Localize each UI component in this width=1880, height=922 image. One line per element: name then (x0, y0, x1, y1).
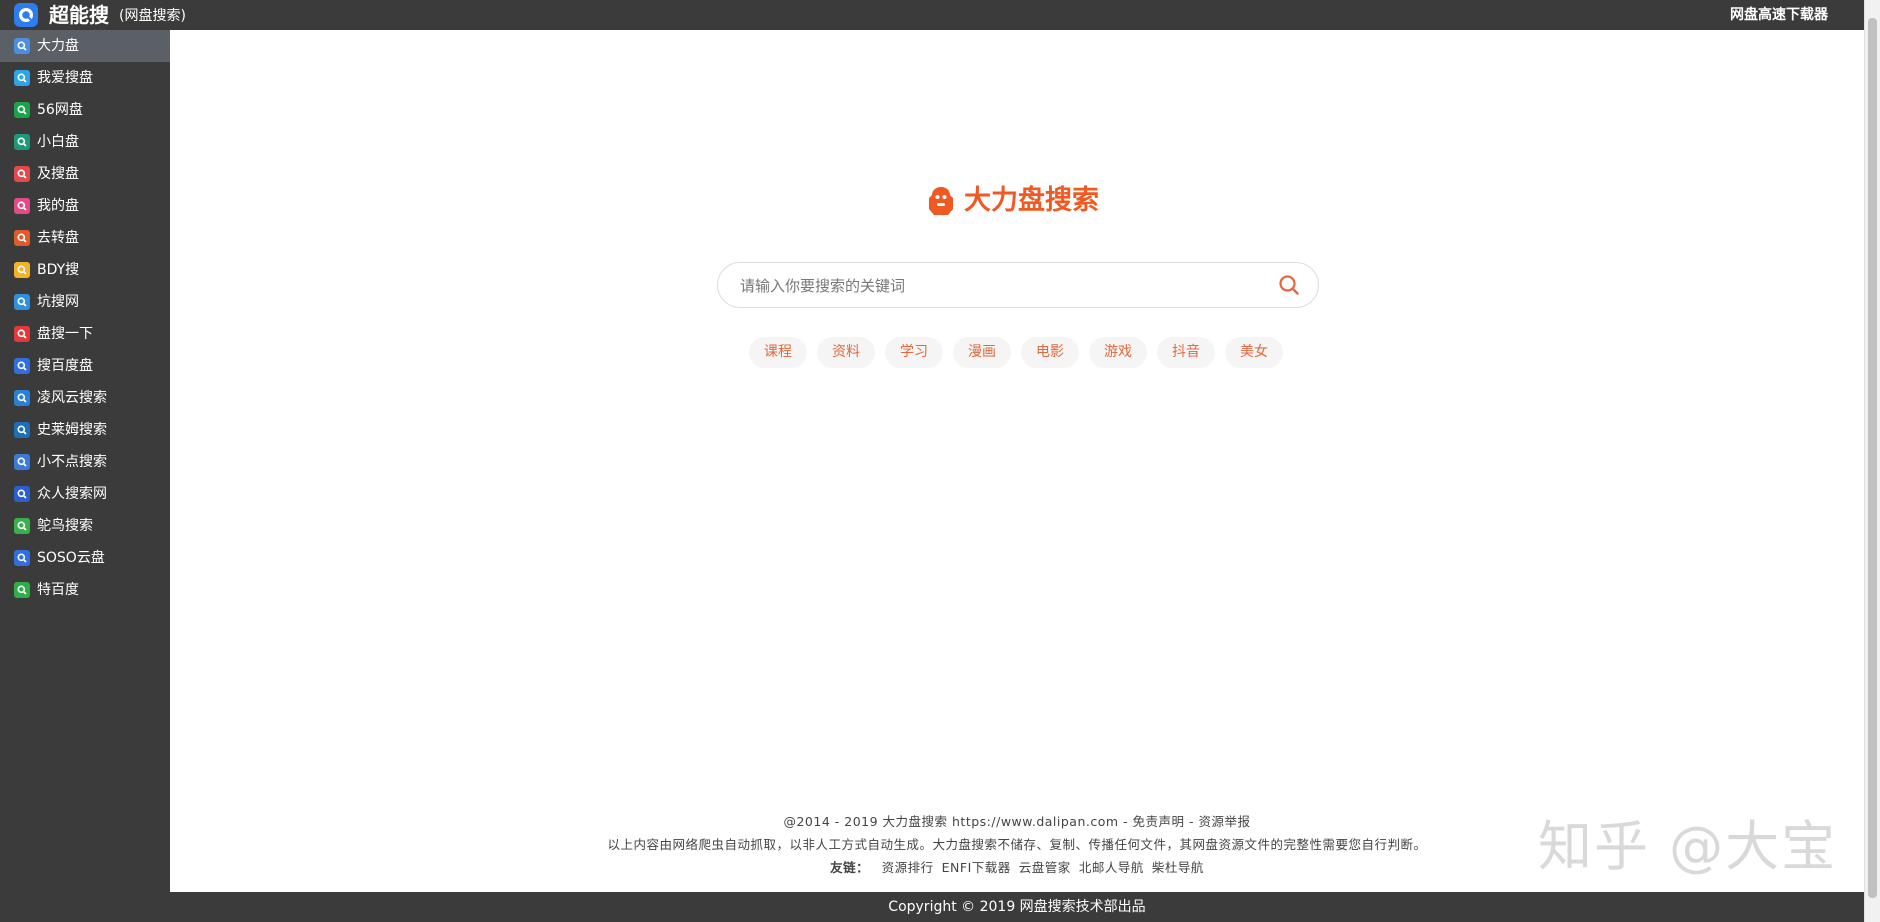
cloud-search-icon[interactable] (14, 3, 38, 27)
scrollbar-thumb[interactable] (1868, 18, 1877, 898)
hot-tag[interactable]: 抖音 (1157, 337, 1215, 368)
footer-separator: - (1118, 814, 1133, 829)
hot-tag[interactable]: 游戏 (1089, 337, 1147, 368)
brand: 大力盘搜索 (926, 183, 1099, 219)
jisoupan-icon (14, 166, 30, 182)
search-input[interactable] (738, 273, 1242, 299)
sidebar-item-label: 特百度 (37, 582, 79, 598)
slime-icon (14, 422, 30, 438)
soubaidupan-icon (14, 358, 30, 374)
sidebar-item[interactable]: 56网盘 (0, 94, 170, 126)
footer-separator: - (1184, 814, 1199, 829)
sidebar-item-label: BDY搜 (37, 262, 80, 278)
ostrich-icon (14, 518, 30, 534)
gorilla-logo-icon (929, 187, 953, 215)
sidebar-bottom (0, 892, 170, 922)
report-link[interactable]: 资源举报 (1199, 814, 1251, 829)
sidebar-item-label: 盘搜一下 (37, 326, 93, 342)
friend-link[interactable]: 柴杜导航 (1152, 860, 1204, 875)
sidebar-item[interactable]: 坑搜网 (0, 286, 170, 318)
downloader-link[interactable]: 网盘高速下载器 (1730, 6, 1828, 24)
xiaobudian-icon (14, 454, 30, 470)
quzhuanpan-icon (14, 230, 30, 246)
sidebar-item[interactable]: 众人搜索网 (0, 478, 170, 510)
sidebar-item-label: 去转盘 (37, 230, 79, 246)
sidebar-item[interactable]: 特百度 (0, 574, 170, 606)
sidebar-item[interactable]: SOSO云盘 (0, 542, 170, 574)
sidebar-item-label: 大力盘 (37, 38, 79, 54)
friend-link[interactable]: 北邮人导航 (1079, 860, 1144, 875)
hot-tag[interactable]: 资料 (817, 337, 875, 368)
hot-tag[interactable]: 课程 (749, 337, 807, 368)
sidebar-item[interactable]: 小不点搜索 (0, 446, 170, 478)
app-subtitle: (网盘搜索) (119, 8, 186, 24)
sidebar-item-label: 小不点搜索 (37, 454, 107, 470)
pansou-icon (14, 326, 30, 342)
sidebar-item[interactable]: 凌风云搜索 (0, 382, 170, 414)
sidebar-item[interactable]: 我的盘 (0, 190, 170, 222)
sidebar-item[interactable]: 去转盘 (0, 222, 170, 254)
hot-tags: 课程 资料 学习 漫画 电影 游戏 抖音 美女 (749, 337, 1293, 369)
friend-link[interactable]: ENFI下载器 (942, 860, 1011, 875)
friend-link[interactable]: 资源排行 (882, 860, 934, 875)
hot-tag[interactable]: 学习 (885, 337, 943, 368)
wodepan-icon (14, 198, 30, 214)
xiaobaipan-icon (14, 134, 30, 150)
bottom-bar: Copyright © 2019 网盘搜索技术部出品 (170, 892, 1864, 922)
sidebar-item[interactable]: 小白盘 (0, 126, 170, 158)
search-green-icon (14, 102, 30, 118)
sidebar-item[interactable]: 盘搜一下 (0, 318, 170, 350)
sidebar-item[interactable]: 搜百度盘 (0, 350, 170, 382)
zhongren-icon (14, 486, 30, 502)
bdysou-icon (14, 262, 30, 278)
sidebar-item-label: 及搜盘 (37, 166, 79, 182)
sidebar-item-label: 我爱搜盘 (37, 70, 93, 86)
sidebar-item[interactable]: 及搜盘 (0, 158, 170, 190)
sidebar-item-label: 众人搜索网 (37, 486, 107, 502)
search-box (717, 262, 1319, 308)
hot-tag[interactable]: 美女 (1225, 337, 1283, 368)
sidebar-item[interactable]: 史莱姆搜索 (0, 414, 170, 446)
sidebar-item[interactable]: 我爱搜盘 (0, 62, 170, 94)
sidebar-item-label: 坑搜网 (37, 294, 79, 310)
woaisoupan-icon (14, 70, 30, 86)
lingfengyun-icon (14, 390, 30, 406)
watermark: 知乎 @大宝 (1538, 815, 1838, 878)
sidebar-item-label: 搜百度盘 (37, 358, 93, 374)
app-title[interactable]: 超能搜 (49, 2, 109, 28)
sidebar-item-label: 史莱姆搜索 (37, 422, 107, 438)
friend-link[interactable]: 云盘管家 (1019, 860, 1071, 875)
footer-copyright-text: @2014 - 2019 大力盘搜索 https://www.dalipan.c… (783, 814, 1119, 829)
sidebar-item-label: 我的盘 (37, 198, 79, 214)
sidebar-item-label: 56网盘 (37, 102, 83, 118)
kengsou-icon (14, 294, 30, 310)
sidebar-item-label: 鸵鸟搜索 (37, 518, 93, 534)
sidebar-item[interactable]: BDY搜 (0, 254, 170, 286)
sidebar-item-label: SOSO云盘 (37, 550, 105, 566)
hot-tag[interactable]: 电影 (1021, 337, 1079, 368)
top-bar: 超能搜 (网盘搜索) 网盘高速下载器 (0, 0, 1864, 30)
disclaimer-link[interactable]: 免责声明 (1133, 814, 1185, 829)
page-scrollbar[interactable] (1864, 0, 1880, 922)
dalipan-icon (14, 38, 30, 54)
brand-title: 大力盘搜索 (964, 185, 1099, 216)
soso-icon (14, 550, 30, 566)
hot-tag[interactable]: 漫画 (953, 337, 1011, 368)
sidebar-item-label: 小白盘 (37, 134, 79, 150)
sidebar-item-label: 凌风云搜索 (37, 390, 107, 406)
sidebar: 大力盘我爱搜盘 56网盘小白盘及搜盘我的盘去转盘 BDY搜坑搜网盘搜一下搜百度盘凌风… (0, 30, 170, 892)
tebaidu-icon (14, 582, 30, 598)
sidebar-item[interactable]: 大力盘 (0, 30, 170, 62)
sidebar-item[interactable]: 鸵鸟搜索 (0, 510, 170, 542)
search-icon[interactable] (1278, 274, 1300, 296)
friends-label: 友链： (830, 860, 870, 875)
